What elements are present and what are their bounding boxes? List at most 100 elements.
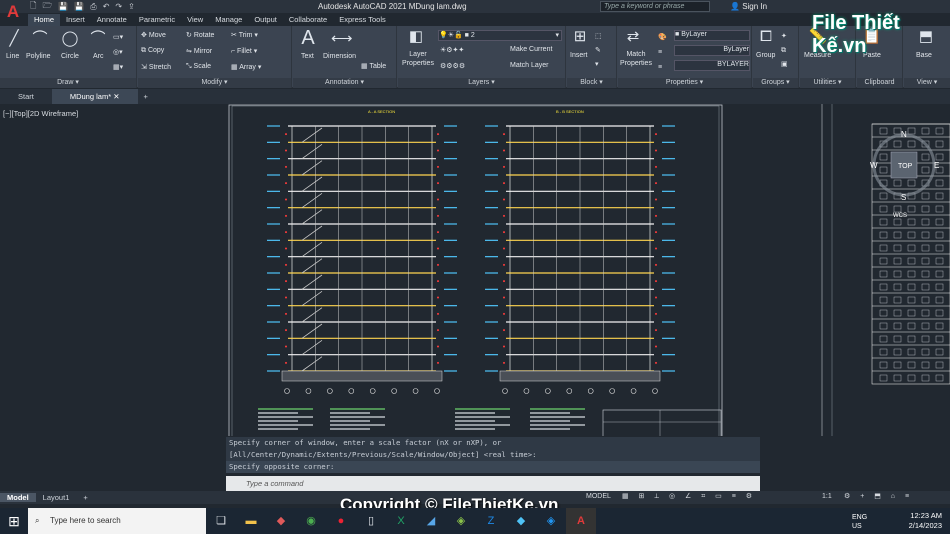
- rotate-button[interactable]: ↻ Rotate: [186, 31, 214, 39]
- drawing-canvas[interactable]: A - A SECTION B - B SECTION TOP N W E S …: [0, 104, 950, 436]
- chrome-icon[interactable]: ◉: [296, 508, 326, 534]
- table-button[interactable]: ▦ Table: [361, 62, 386, 70]
- layer-tool-icons-2[interactable]: ⚙⚙⚙⚙: [440, 62, 465, 70]
- polyline-icon[interactable]: ⌒: [30, 30, 50, 48]
- windows-start-icon[interactable]: ⊞: [0, 508, 28, 534]
- app-icon-5[interactable]: ◈: [446, 508, 476, 534]
- panel-label-clipboard[interactable]: Clipboard: [857, 78, 902, 88]
- fillet-button[interactable]: ⌐ Fillet ▾: [231, 47, 257, 55]
- mirror-button[interactable]: ⇋ Mirror: [186, 47, 212, 55]
- panel-label-layers[interactable]: Layers ▾: [398, 78, 565, 88]
- dimension-icon[interactable]: ⟷: [331, 30, 353, 48]
- language-indicator[interactable]: ENG US: [852, 513, 867, 531]
- circle-button[interactable]: Circle: [61, 53, 79, 60]
- dimension-button[interactable]: Dimension: [323, 53, 356, 60]
- line-icon[interactable]: ╱: [4, 30, 24, 48]
- autocad-logo[interactable]: A: [2, 2, 24, 26]
- taskbar-search-input[interactable]: ⌕ Type here to search: [28, 508, 206, 534]
- task-view-icon[interactable]: ❏: [206, 508, 236, 534]
- excel-icon[interactable]: X: [386, 508, 416, 534]
- tab-manage[interactable]: Manage: [209, 14, 248, 26]
- panel-label-modify[interactable]: Modify ▾: [138, 78, 291, 88]
- insert-button[interactable]: Insert: [570, 52, 588, 59]
- arc-button[interactable]: Arc: [93, 53, 104, 60]
- layer-properties-button[interactable]: Layer Properties: [400, 50, 436, 68]
- add-layout-button[interactable]: +: [76, 493, 94, 502]
- qat-icon-4[interactable]: ⎙: [90, 2, 96, 12]
- tab-home[interactable]: Home: [28, 14, 61, 26]
- tab-parametric[interactable]: Parametric: [133, 14, 181, 26]
- trim-button[interactable]: ✂ Trim ▾: [231, 31, 258, 39]
- tab-collaborate[interactable]: Collaborate: [283, 14, 333, 26]
- layer-tool-icons[interactable]: ☀⚙✦✦: [440, 46, 464, 54]
- qat-icon-6[interactable]: ↷: [115, 2, 122, 11]
- qat-icon-5[interactable]: ↶: [103, 2, 110, 11]
- app-icon-7[interactable]: ◈: [536, 508, 566, 534]
- search-input[interactable]: Type a keyword or phrase: [600, 1, 710, 12]
- text-icon[interactable]: A: [298, 28, 318, 48]
- tab-start[interactable]: Start: [0, 89, 52, 104]
- linetype-dropdown[interactable]: ByLayer: [674, 45, 750, 56]
- panel-label-groups[interactable]: Groups ▾: [753, 78, 798, 88]
- tab-view[interactable]: View: [181, 14, 209, 26]
- tab-mdung-lam[interactable]: MDung lam* ✕: [51, 89, 138, 104]
- match-properties-button[interactable]: Match Properties: [619, 50, 653, 68]
- app-icon-1[interactable]: ◆: [266, 508, 296, 534]
- draw-extra-icons[interactable]: ▭▾ ◎▾ ▦▾: [113, 30, 123, 75]
- polyline-button[interactable]: Polyline: [26, 53, 51, 60]
- scale-button[interactable]: ⤡ Scale: [186, 63, 211, 71]
- new-tab-button[interactable]: +: [138, 89, 154, 104]
- text-button[interactable]: Text: [301, 53, 314, 60]
- layer-dropdown[interactable]: 💡☀🔓 ■ 2 ▾: [438, 30, 562, 41]
- make-current-button[interactable]: Make Current: [510, 46, 552, 53]
- tab-insert[interactable]: Insert: [60, 14, 91, 26]
- panel-label-draw[interactable]: Draw ▾: [0, 78, 136, 88]
- drawing-viewport[interactable]: [−][Top][2D Wireframe] A - A SECTION B -…: [0, 104, 950, 436]
- app-icon-3[interactable]: ▯: [356, 508, 386, 534]
- stretch-button[interactable]: ⇲ Stretch: [141, 63, 171, 71]
- group-button[interactable]: Group: [756, 52, 775, 59]
- color-dropdown[interactable]: ■ ByLayer: [674, 30, 750, 41]
- block-tool-icons[interactable]: ⬚ ✎ ▾: [595, 30, 602, 72]
- layer-properties-icon[interactable]: ◧: [406, 28, 426, 46]
- qat-icon-2[interactable]: 💾: [58, 2, 68, 11]
- tab-annotate[interactable]: Annotate: [91, 14, 133, 26]
- command-input[interactable]: Type a command: [226, 476, 760, 491]
- tab-layout1[interactable]: Layout1: [36, 493, 77, 502]
- system-clock[interactable]: 12:23 AM 2/14/2023: [909, 511, 942, 531]
- tab-express-tools[interactable]: Express Tools: [333, 14, 392, 26]
- move-button[interactable]: ✥ Move: [141, 31, 166, 39]
- tab-model[interactable]: Model: [0, 493, 36, 502]
- annotation-scale[interactable]: 1:1: [822, 493, 832, 500]
- app-icon-4[interactable]: ◢: [416, 508, 446, 534]
- tab-output[interactable]: Output: [248, 14, 283, 26]
- match-layer-button[interactable]: Match Layer: [510, 62, 549, 69]
- autocad-taskbar-icon[interactable]: A: [566, 508, 596, 534]
- array-button[interactable]: ▦ Array ▾: [231, 63, 261, 71]
- panel-label-block[interactable]: Block ▾: [567, 78, 616, 88]
- zalo-icon[interactable]: Z: [476, 508, 506, 534]
- close-icon[interactable]: ✕: [113, 92, 119, 101]
- status-tools-icons[interactable]: ⚙ + ⬒ ⌂ ≡: [844, 492, 913, 500]
- qat-icon-1[interactable]: 🗁: [42, 0, 52, 14]
- file-explorer-icon[interactable]: ▬: [236, 508, 266, 534]
- qat-icon-0[interactable]: 🗋: [30, 0, 36, 14]
- circle-icon[interactable]: ◯: [60, 30, 80, 48]
- match-properties-icon[interactable]: ⇄: [623, 28, 643, 46]
- panel-label-annotation[interactable]: Annotation ▾: [293, 78, 396, 88]
- app-icon-2[interactable]: ●: [326, 508, 356, 534]
- app-icon-6[interactable]: ◆: [506, 508, 536, 534]
- status-toggle-icons[interactable]: ▦ ⊞ ⟂ ◎ ∠ ⌗ ▭ ≡ ⚙: [622, 492, 756, 501]
- qat-icon-7[interactable]: ⇪: [128, 2, 135, 11]
- copy-button[interactable]: ⧉ Copy: [141, 47, 164, 55]
- insert-icon[interactable]: ⊞: [570, 28, 590, 46]
- signin-button[interactable]: 👤 Sign In: [730, 2, 767, 11]
- wcs-label[interactable]: WCS: [893, 213, 907, 219]
- panel-label-utilities[interactable]: Utilities ▾: [800, 78, 855, 88]
- model-space-button[interactable]: MODEL: [586, 493, 611, 500]
- qat-icon-3[interactable]: 💾: [74, 2, 84, 11]
- panel-label-view[interactable]: View ▾: [904, 78, 950, 88]
- panel-label-properties[interactable]: Properties ▾: [618, 78, 751, 88]
- group-icon[interactable]: ⧠: [756, 28, 776, 46]
- arc-icon[interactable]: ⌒: [88, 30, 108, 48]
